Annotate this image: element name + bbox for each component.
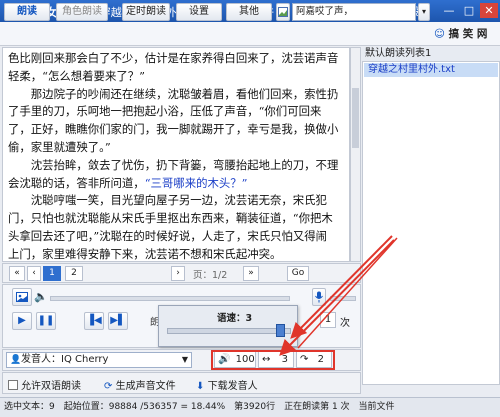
page-indicator: 页：1/2 bbox=[193, 270, 228, 281]
playlist-item[interactable]: 穿越之村里村外.txt bbox=[364, 63, 498, 77]
highlighted-reading-text: “三哥哪来的木头？” bbox=[144, 175, 248, 190]
timed-read-button[interactable]: 定时朗读 bbox=[122, 3, 170, 21]
repeat-count-input[interactable]: 1 bbox=[320, 312, 336, 328]
text-line: 了手里的刀，乐呵地一把抱起小浴，压低了声音，“你们可回来 bbox=[8, 104, 322, 119]
text-editor[interactable]: 色比刚回来那会白了不少，估计是在家养得白回来了，沈芸诺声音 轻柔，“怎么想着要来了… bbox=[2, 47, 350, 262]
text-line-part: 会沈聪的话，答非所问道， bbox=[8, 175, 145, 190]
search-input[interactable]: 阿嘉哎了声， bbox=[292, 3, 416, 21]
first-page-button[interactable]: « bbox=[9, 266, 25, 281]
text-line: 偷，家里就遭殃了。” bbox=[8, 139, 111, 154]
generate-audio-button[interactable]: ⟳ 生成声音文件 bbox=[104, 377, 176, 392]
text-line: 色比刚回来那会白了不少，估计是在家养得白回来了，沈芸诺声音 bbox=[8, 51, 339, 65]
search-dropdown-icon[interactable]: ▾ bbox=[418, 3, 430, 21]
maximize-button[interactable]: □ bbox=[460, 3, 478, 18]
download-speaker-label: 下载发音人 bbox=[207, 381, 258, 392]
text-line: 那边院子的吵闹还在继续，沈聪皱着眉，看他们回来，索性扔 bbox=[8, 86, 339, 101]
repeat-count-unit: 次 bbox=[340, 318, 350, 329]
text-scroll-thumb[interactable] bbox=[352, 88, 359, 148]
volume-slider[interactable] bbox=[50, 296, 290, 301]
page-2-button[interactable]: 2 bbox=[65, 266, 83, 281]
generate-audio-label: 生成声音文件 bbox=[115, 381, 176, 392]
download-icon: ⬇ bbox=[196, 381, 205, 392]
toolbar bbox=[0, 22, 500, 46]
go-button[interactable]: Go bbox=[287, 266, 309, 281]
annotation-highlight-box bbox=[211, 350, 335, 370]
joke-site-link[interactable]: ☺ 搞 笑 网 bbox=[434, 25, 498, 43]
speed-popup-label: 语速：3 bbox=[217, 313, 253, 324]
refresh-icon: ⟳ bbox=[104, 381, 113, 392]
text-line: 了，正好，瞧瞧你们家的门，我一脚就踢开了，幸亏是我，换做小 bbox=[8, 122, 339, 137]
text-line: 门，只怕也就沈聪能从宋氏手里抠出东西来，鞘装征道，“你把木 bbox=[8, 211, 333, 226]
close-button[interactable]: ✕ bbox=[480, 3, 498, 18]
chevron-down-icon: ▼ bbox=[181, 355, 188, 364]
pause-button[interactable]: ❚❚ bbox=[36, 312, 56, 330]
mic-slider[interactable] bbox=[330, 296, 356, 301]
speed-slider-knob[interactable] bbox=[276, 324, 285, 337]
next-page-button[interactable]: › bbox=[171, 266, 185, 281]
speaker-icon: 🔈 bbox=[34, 290, 48, 303]
settings-button[interactable]: 设置 bbox=[176, 3, 222, 21]
user-icon: 👤 bbox=[10, 355, 22, 365]
bilingual-label: 允许双语朗读 bbox=[21, 381, 81, 392]
bilingual-checkbox[interactable] bbox=[8, 379, 18, 390]
speed-slider-track[interactable] bbox=[167, 328, 291, 334]
speed-popup: 语速：3 bbox=[158, 305, 298, 347]
prev-page-button[interactable]: ‹ bbox=[27, 266, 41, 281]
status-bar: 选中文本：9 起始位置：98884 /536357 = 18.44% 第3920… bbox=[0, 397, 500, 417]
mic-icon[interactable] bbox=[312, 288, 326, 306]
other-button[interactable]: 其他 bbox=[226, 3, 272, 21]
text-line: 轻柔，“怎么想着要来了？” bbox=[8, 68, 145, 83]
speaker-select[interactable]: 👤 发音人：IQ Cherry ▼ bbox=[6, 352, 192, 368]
text-line: 沈聪哼嗤一笑，目光望向屋子另一边，沈芸诺无奈，宋氏犯 bbox=[8, 193, 327, 208]
text-line: 沈芸抬眸，敛去了忧伤，扔下背篓，弯腰抬起地上的刀，不理 bbox=[8, 157, 339, 172]
text-line: 会沈聪的话，答非所问道，“三哥哪来的木头？” bbox=[8, 175, 345, 193]
next-track-button[interactable]: ▶▌ bbox=[108, 312, 128, 330]
page-navigation: « ‹ 1 2 › 页：1/2 » Go bbox=[2, 263, 361, 283]
window-controls: — □ ✕ bbox=[440, 3, 498, 18]
smile-icon: ☺ bbox=[434, 28, 449, 40]
speaker-select-value: 发音人：IQ Cherry bbox=[21, 354, 109, 365]
playlist-panel bbox=[362, 47, 500, 385]
minimize-button[interactable]: — bbox=[440, 3, 458, 18]
text-scrollbar[interactable] bbox=[350, 47, 361, 262]
prev-track-button[interactable]: ▐◀ bbox=[84, 312, 104, 330]
role-read-button[interactable]: 角色朗读 bbox=[56, 3, 108, 21]
joke-site-label: 搞 笑 网 bbox=[448, 28, 488, 40]
last-page-button[interactable]: » bbox=[243, 266, 259, 281]
text-content: 色比刚回来那会白了不少，估计是在家养得白回来了，沈芸诺声音 轻柔，“怎么想着要来了… bbox=[3, 48, 349, 261]
bilingual-option[interactable]: 允许双语朗读 bbox=[8, 377, 81, 392]
playlist-header[interactable]: 默认朗读列表1 bbox=[362, 47, 500, 62]
image-button[interactable] bbox=[12, 288, 32, 306]
download-speaker-button[interactable]: ⬇ 下载发音人 bbox=[196, 377, 258, 392]
page-1-button[interactable]: 1 bbox=[43, 266, 61, 281]
text-line: 头拿回去还了吧，”沈聪在的时候好说，人走了，宋氏只怕又得闹 bbox=[8, 228, 328, 243]
image-icon[interactable] bbox=[276, 3, 290, 21]
play-button[interactable]: ▶ bbox=[12, 312, 32, 330]
text-line: 上门，家里难得安静下来，沈芸诺不想和宋氏起冲突。 bbox=[8, 246, 282, 261]
read-tab-button[interactable]: 朗读 bbox=[4, 3, 50, 21]
